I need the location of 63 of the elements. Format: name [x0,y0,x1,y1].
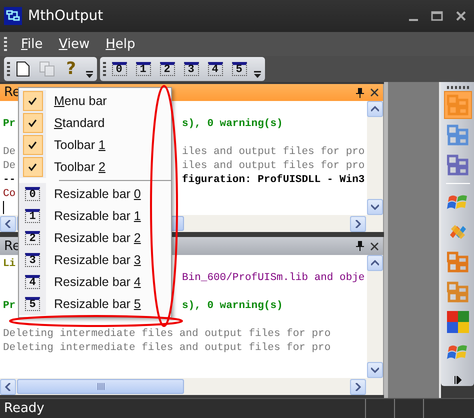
scroll-up-button[interactable] [367,101,384,118]
bar-icon: 0 [25,187,40,201]
chevron-icon [254,71,260,79]
check-icon [28,119,37,127]
scroll-right-button[interactable] [350,216,366,232]
text-cursor [3,201,4,214]
scroll-up-button[interactable] [367,255,384,271]
bar-toggle-button[interactable]: 3 [180,58,202,80]
output-text: Bin_600/ProfUISm.lib and obje [182,271,365,285]
grip-icon [96,383,105,390]
bar-icon: 1 [25,209,40,223]
scroll-left-button[interactable] [0,216,16,232]
output-text: Co [3,188,16,200]
bar-icon: 2 [25,231,40,245]
maximize-icon [431,11,443,21]
chevron-icon [86,71,92,79]
more-arrow-icon[interactable] [454,376,462,384]
scroll-left-button[interactable] [0,378,16,394]
scrollbar-thumb[interactable] [17,379,184,394]
close-icon [456,11,466,21]
bar-icon: 3 [25,253,40,267]
close-icon[interactable] [370,242,380,250]
bar-icon: 5 [25,297,40,311]
bar-toggle-button[interactable]: 2 [156,58,178,80]
check-icon [28,97,37,105]
status-text: Ready [3,400,46,418]
pin-icon [356,88,364,98]
output-text: Pr [3,300,16,312]
output-text: Pr [3,118,16,130]
output-text: s), 0 warning(s) [182,117,283,132]
vertical-scrollbar[interactable] [367,255,384,378]
output-line: Deleting intermediate files and output files for pro [3,327,331,341]
check-icon [28,163,37,171]
vertical-scrollbar[interactable] [367,101,384,216]
bar-toggle-button[interactable]: 4 [204,58,226,80]
app-icon [4,7,22,25]
bar-toggle-button[interactable]: 1 [132,58,154,80]
output-text: s), 0 warning(s) [182,299,283,313]
copy-icon [39,61,55,77]
bar-toggle-button[interactable]: 0 [108,58,130,80]
check-icon [28,141,37,149]
output-text: -- [3,174,16,186]
menu-item[interactable]: View [56,36,92,52]
minimize-icon [408,19,418,21]
bar-icon: 4 [25,275,40,289]
bar-toggle-button[interactable]: 5 [228,58,250,80]
scroll-down-button[interactable] [367,199,384,216]
page-icon [16,61,30,77]
scroll-right-button[interactable] [350,378,366,394]
output-text: De [3,146,16,158]
help-button[interactable]: ? [60,58,82,80]
output-text: iles and output files for pro [182,145,365,160]
menu-item[interactable]: Help [104,36,138,52]
output-text: Li [3,258,16,270]
menu-item[interactable]: File [19,36,45,52]
output-line: Deleting intermediate files and output files for pro [3,341,331,355]
output-text: figuration: ProfUISDLL - Win3 [182,173,365,188]
close-icon[interactable] [370,88,380,98]
window-title: MthOutput [28,8,104,24]
scroll-down-button[interactable] [367,362,384,378]
output-text: iles and output files for pro [182,159,365,174]
output-text: De [3,160,16,172]
pin-icon [356,241,364,251]
